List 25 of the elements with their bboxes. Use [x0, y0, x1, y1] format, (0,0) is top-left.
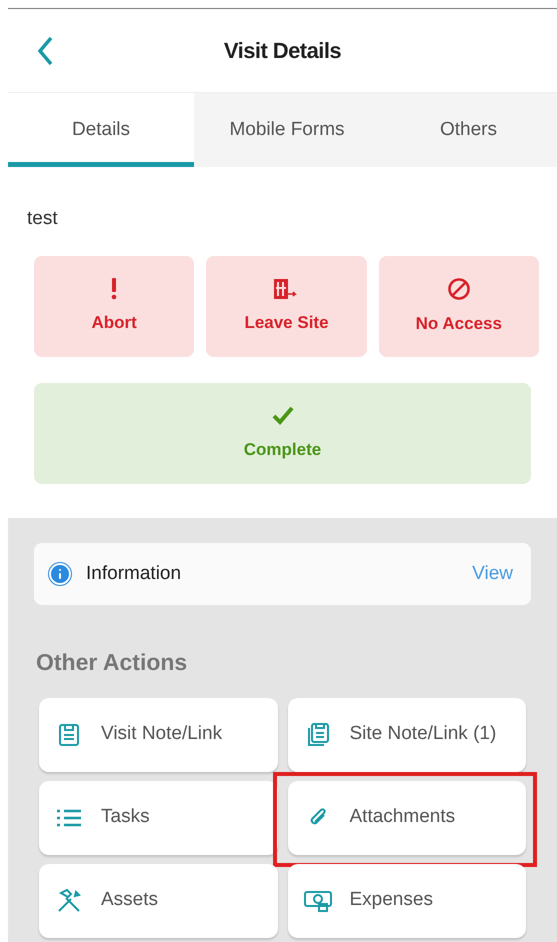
action-tile[interactable]: Visit Note/Link [39, 698, 278, 772]
information-label: Information [86, 562, 182, 586]
tab[interactable]: Mobile Forms [194, 93, 380, 167]
site-name: test [27, 207, 59, 231]
checkmark-icon [272, 404, 294, 425]
info-icon [48, 562, 72, 586]
action-tile[interactable]: Tasks [39, 780, 278, 854]
action-tile[interactable]: Attachments [288, 780, 526, 854]
action-tile[interactable]: Site Note/Link (1) [288, 698, 526, 772]
note-icon [58, 722, 80, 746]
stacked-notes-icon [306, 722, 330, 748]
list-icon [56, 808, 82, 826]
tab[interactable]: Others [380, 93, 557, 167]
money-icon [304, 888, 332, 912]
status-action-button[interactable]: Abort [34, 256, 194, 357]
prohibited-icon [446, 276, 471, 301]
page-title: Visit Details [224, 37, 342, 65]
exclamation-icon [110, 278, 118, 300]
action-tile[interactable]: Expenses [288, 864, 526, 938]
status-action-button[interactable]: Leave Site [206, 256, 367, 357]
section-title: Other Actions [36, 648, 188, 677]
status-action-button[interactable]: No Access [378, 256, 539, 357]
building-exit-icon [273, 278, 300, 300]
back-chevron-icon [37, 36, 53, 66]
action-tile[interactable]: Assets [39, 864, 278, 938]
